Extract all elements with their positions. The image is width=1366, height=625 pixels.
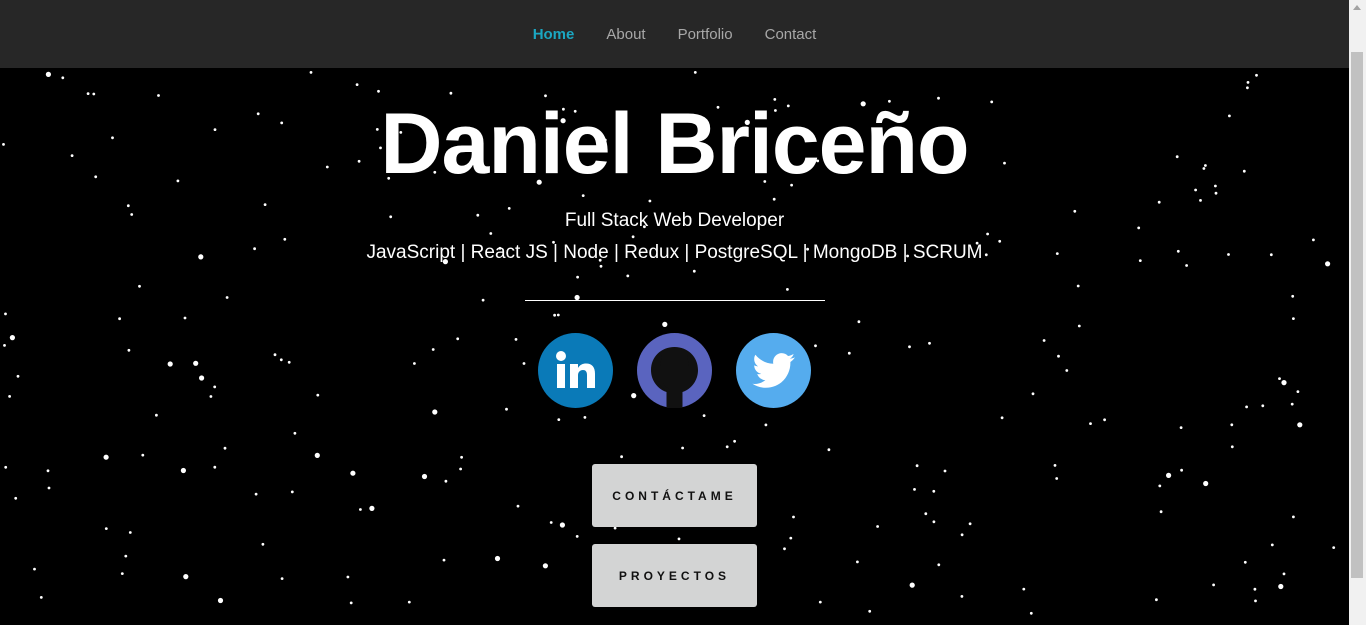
top-navbar: Home About Portfolio Contact bbox=[0, 0, 1349, 68]
social-links bbox=[538, 333, 811, 408]
hero-name: Daniel Briceño bbox=[380, 96, 969, 192]
hero-divider bbox=[524, 300, 825, 301]
star bbox=[868, 609, 872, 613]
nav-link-contact[interactable]: Contact bbox=[765, 26, 817, 43]
hero-section: Daniel Briceño Full Stack Web Developer … bbox=[0, 68, 1349, 607]
linkedin-link[interactable] bbox=[538, 333, 613, 408]
nav-link-about[interactable]: About bbox=[606, 26, 645, 43]
twitter-link[interactable] bbox=[736, 333, 811, 408]
github-link[interactable] bbox=[637, 333, 712, 408]
page: Home About Portfolio Contact Daniel Bric… bbox=[0, 0, 1349, 625]
linkedin-icon bbox=[555, 350, 595, 388]
scrollbar-thumb[interactable] bbox=[1351, 52, 1363, 578]
star bbox=[1029, 611, 1033, 615]
vertical-scrollbar[interactable] bbox=[1349, 0, 1366, 625]
nav-link-home[interactable]: Home bbox=[533, 26, 575, 43]
contact-button[interactable]: CONTÁCTAME bbox=[592, 464, 757, 527]
twitter-icon bbox=[751, 352, 795, 388]
projects-button[interactable]: PROYECTOS bbox=[592, 544, 757, 607]
github-icon bbox=[651, 347, 698, 408]
hero-role: Full Stack Web Developer bbox=[564, 210, 785, 231]
nav-link-portfolio[interactable]: Portfolio bbox=[678, 26, 733, 43]
hero-tech-stack: JavaScript | React JS | Node | Redux | P… bbox=[366, 242, 983, 263]
scroll-up-arrow-icon[interactable] bbox=[1353, 5, 1361, 10]
